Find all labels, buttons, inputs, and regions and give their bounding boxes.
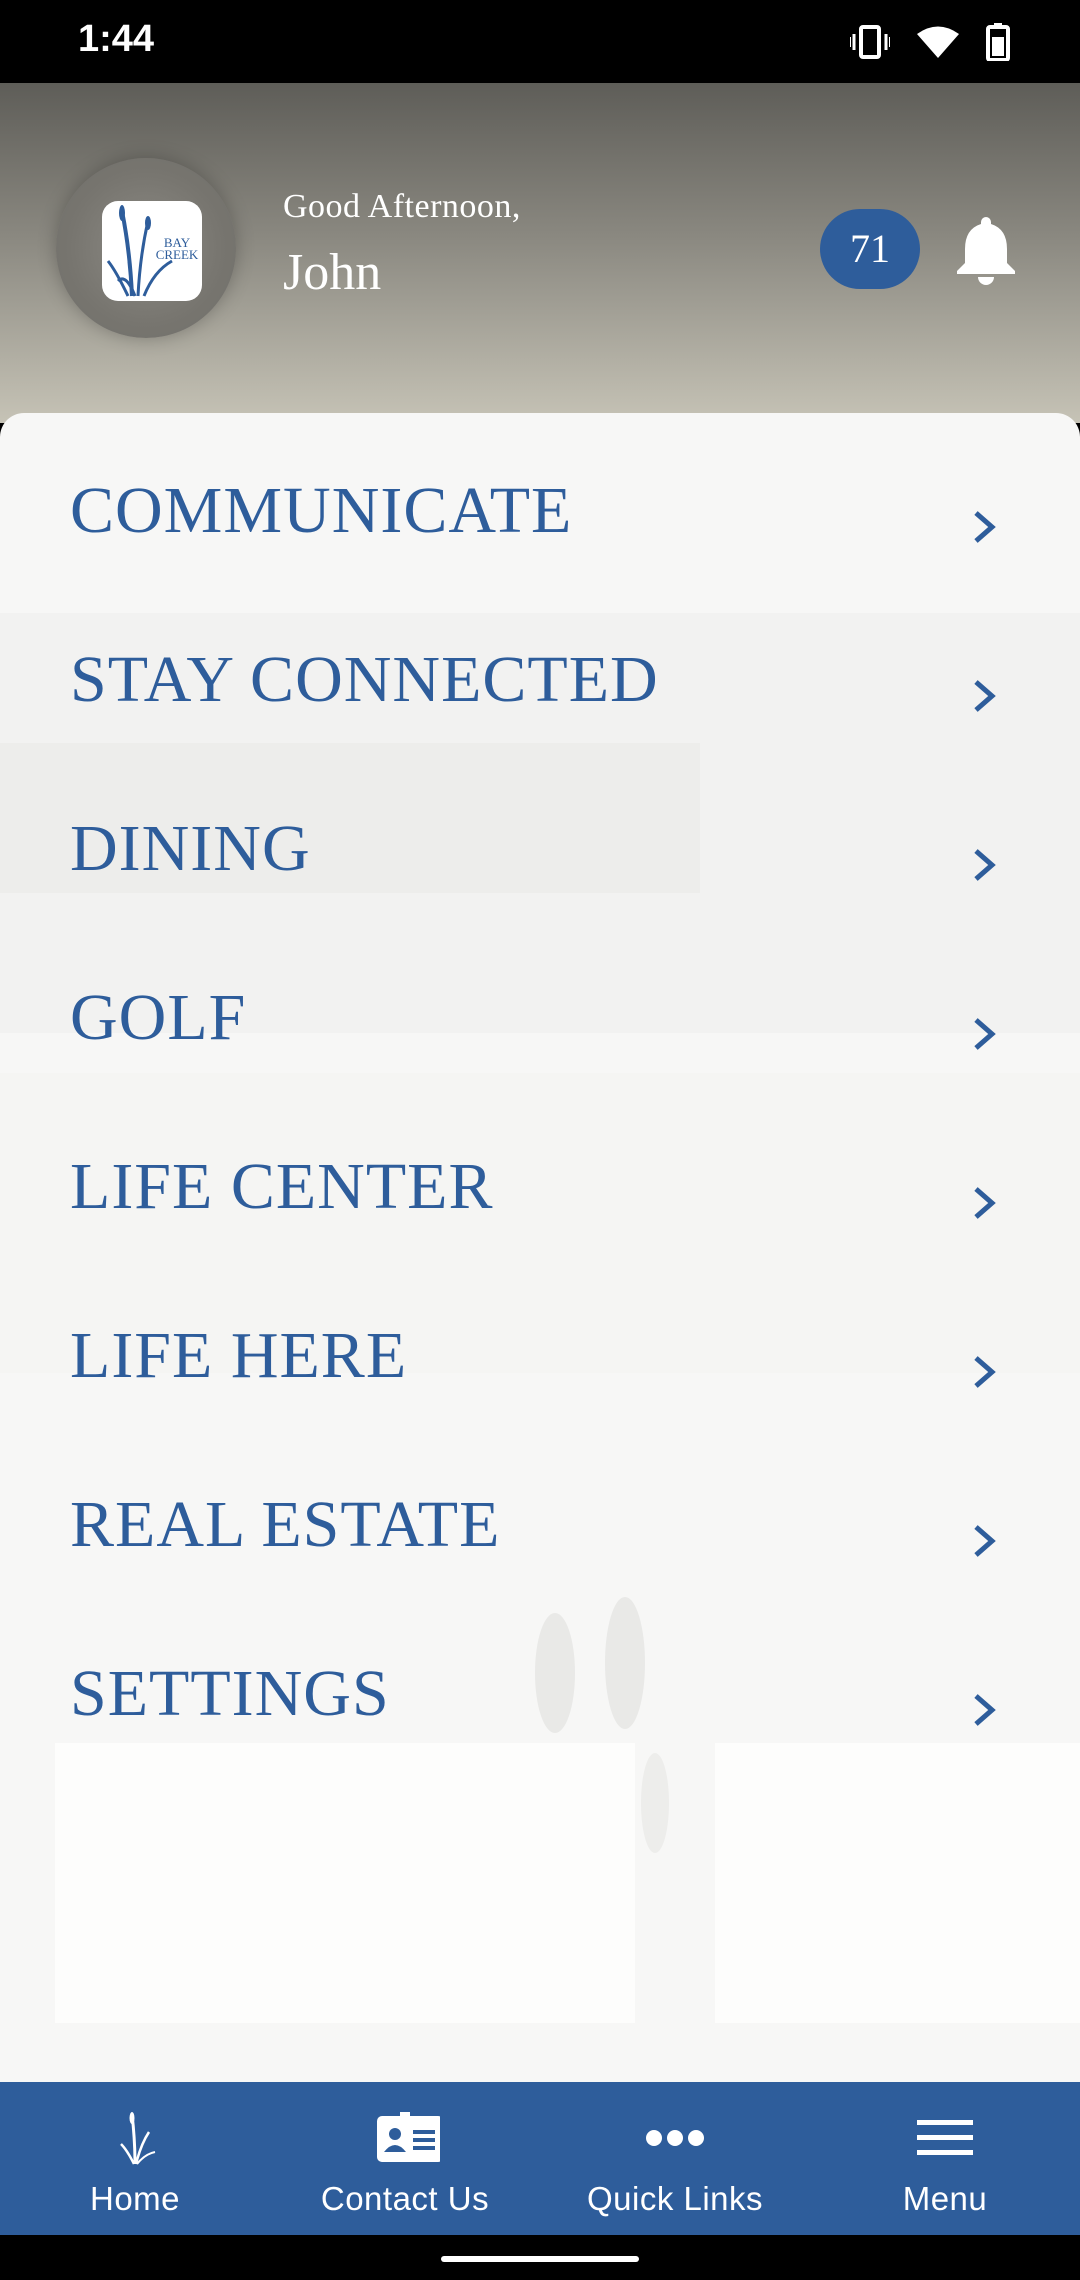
nav-quick-links[interactable]: Quick Links <box>540 2082 810 2235</box>
nav-label: Contact Us <box>320 2180 490 2217</box>
status-icons <box>850 20 1010 64</box>
logo-text: BAY CREEK <box>155 235 199 262</box>
nav-label: Menu <box>902 2180 988 2217</box>
more-dots-icon <box>646 2130 704 2146</box>
chevron-right-icon <box>974 511 996 543</box>
header: BAY CREEK Good Afternoon, John 71 <box>0 83 1080 423</box>
wifi-icon <box>917 26 959 58</box>
menu-item-settings[interactable]: SETTINGS <box>0 1596 1080 1765</box>
status-bar: 1:44 <box>0 0 1080 83</box>
nav-contact-us[interactable]: Contact Us <box>270 2082 540 2235</box>
nav-label: Quick Links <box>586 2180 764 2217</box>
hamburger-icon <box>917 2120 973 2155</box>
nav-home[interactable]: Home <box>0 2082 270 2235</box>
user-name: John <box>283 244 382 301</box>
menu-item-label: SETTINGS <box>70 1657 390 1730</box>
menu-item-dining[interactable]: DINING <box>0 751 1080 920</box>
menu-item-label: REAL ESTATE <box>70 1488 501 1561</box>
notification-badge[interactable]: 71 <box>820 209 920 289</box>
contact-card-icon <box>377 2112 440 2162</box>
menu-item-golf[interactable]: GOLF <box>0 920 1080 1089</box>
nav-menu[interactable]: Menu <box>810 2082 1080 2235</box>
logo-tile: BAY CREEK <box>102 201 202 301</box>
menu-item-label: COMMUNICATE <box>70 474 573 547</box>
menu-item-stay-connected[interactable]: STAY CONNECTED <box>0 582 1080 751</box>
reed-icon <box>120 2112 156 2165</box>
menu-panel: COMMUNICATE STAY CONNECTED DINING GOLF L… <box>0 413 1080 2083</box>
chevron-right-icon <box>974 1525 996 1557</box>
menu-item-label: LIFE HERE <box>70 1319 408 1392</box>
menu-item-label: STAY CONNECTED <box>70 643 659 716</box>
greeting: Good Afternoon, <box>283 188 521 225</box>
menu-item-label: GOLF <box>70 981 247 1054</box>
chevron-right-icon <box>974 1356 996 1388</box>
chevron-right-icon <box>974 1018 996 1050</box>
menu-item-label: LIFE CENTER <box>70 1150 494 1223</box>
battery-icon <box>986 23 1010 61</box>
chevron-right-icon <box>974 1694 996 1726</box>
nav-label: Home <box>89 2180 181 2217</box>
chevron-right-icon <box>974 849 996 881</box>
menu-item-life-here[interactable]: LIFE HERE <box>0 1258 1080 1427</box>
chevron-right-icon <box>974 680 996 712</box>
bell-icon[interactable] <box>955 213 1017 285</box>
menu-item-communicate[interactable]: COMMUNICATE <box>0 413 1080 582</box>
status-time: 1:44 <box>78 18 155 60</box>
logo: BAY CREEK <box>56 158 236 338</box>
menu-item-real-estate[interactable]: REAL ESTATE <box>0 1427 1080 1596</box>
menu-item-label: DINING <box>70 812 311 885</box>
vibrate-icon <box>850 25 890 59</box>
menu-item-life-center[interactable]: LIFE CENTER <box>0 1089 1080 1258</box>
bottom-nav: Home Contact Us Quick Links Menu <box>0 2082 1080 2235</box>
chevron-right-icon <box>974 1187 996 1219</box>
home-indicator[interactable] <box>441 2256 639 2262</box>
